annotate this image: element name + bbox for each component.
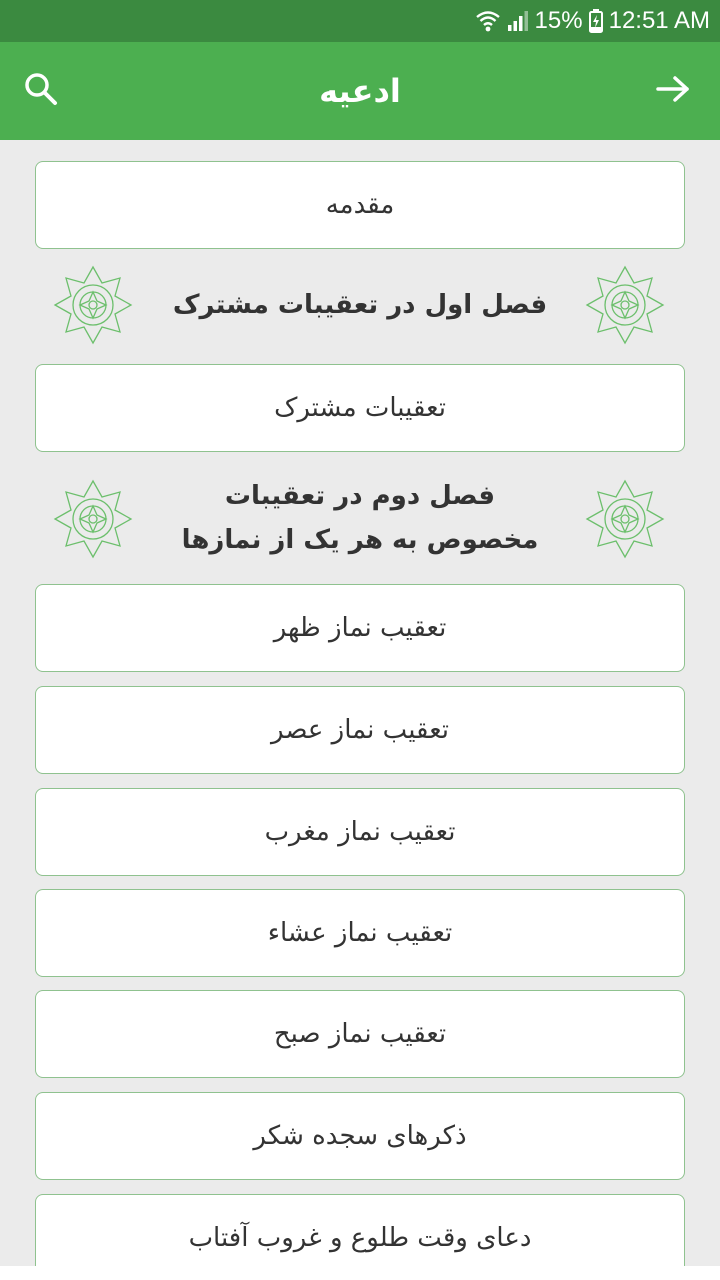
wifi-icon bbox=[475, 9, 501, 33]
list-item-label: مقدمه bbox=[325, 190, 395, 220]
ornament-icon bbox=[585, 265, 665, 345]
section-title: فصل اول در تعقیبات مشترک bbox=[172, 290, 548, 320]
section-header: فصل دوم در تعقیبات مخصوص به هر یک از نما… bbox=[35, 474, 685, 564]
section-header: فصل اول در تعقیبات مشترک bbox=[35, 265, 685, 345]
back-button[interactable] bbox=[648, 66, 698, 116]
battery-charging-icon bbox=[588, 9, 603, 33]
app-bar: ادعیه bbox=[0, 42, 720, 140]
list-item[interactable]: دعای وقت طلوع و غروب آفتاب bbox=[35, 1194, 685, 1266]
list-item[interactable]: تعقیب نماز صبح bbox=[35, 990, 685, 1078]
list-item[interactable]: تعقیب نماز مغرب bbox=[35, 788, 685, 876]
list-item[interactable]: تعقیب نماز عشاء bbox=[35, 889, 685, 977]
page-title: ادعیه bbox=[319, 72, 401, 110]
search-button[interactable] bbox=[16, 66, 66, 116]
list-item-label: تعقیب نماز عشاء bbox=[267, 918, 453, 948]
list-item-label: دعای وقت طلوع و غروب آفتاب bbox=[188, 1223, 532, 1253]
list-item-label: تعقیب نماز مغرب bbox=[264, 817, 456, 847]
list-item[interactable]: تعقیب نماز عصر bbox=[35, 686, 685, 774]
bottom-edge bbox=[0, 1266, 720, 1280]
prayer-list[interactable]: مقدمه فصل اول در تعقیبات مشترک تعقیبات م bbox=[0, 140, 720, 1266]
list-item[interactable]: تعقیبات مشترک bbox=[35, 364, 685, 452]
section-title: فصل دوم در تعقیبات مخصوص به هر یک از نما… bbox=[181, 481, 539, 555]
list-item-label: تعقیبات مشترک bbox=[274, 393, 446, 423]
ornament-icon bbox=[53, 265, 133, 345]
signal-icon bbox=[507, 10, 529, 32]
ornament-icon bbox=[53, 479, 133, 559]
list-item[interactable]: ذکرهای سجده شکر bbox=[35, 1092, 685, 1180]
search-icon bbox=[23, 71, 59, 111]
status-bar: 15% 12:51 AM bbox=[0, 0, 720, 42]
ornament-icon bbox=[585, 479, 665, 559]
battery-text: 15% bbox=[534, 7, 583, 34]
list-item-label: ذکرهای سجده شکر bbox=[253, 1121, 467, 1151]
list-item[interactable]: تعقیب نماز ظهر bbox=[35, 584, 685, 672]
list-item-label: تعقیب نماز عصر bbox=[271, 715, 449, 745]
list-item[interactable]: مقدمه bbox=[35, 161, 685, 249]
list-item-label: تعقیب نماز ظهر bbox=[273, 613, 447, 643]
clock: 12:51 AM bbox=[608, 7, 710, 34]
list-item-label: تعقیب نماز صبح bbox=[273, 1019, 447, 1049]
arrow-back-icon bbox=[655, 74, 691, 108]
